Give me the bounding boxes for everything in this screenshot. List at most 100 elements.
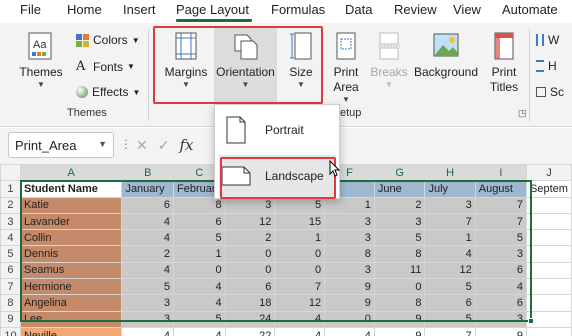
margins-button[interactable]: Margins ▼ xyxy=(160,31,212,89)
header-cell[interactable]: June xyxy=(373,180,426,198)
data-cell[interactable]: 4 xyxy=(121,326,175,336)
menu-insert[interactable]: Insert xyxy=(123,2,156,17)
data-cell[interactable]: 1 xyxy=(424,229,476,247)
student-name-cell[interactable]: Angelina xyxy=(19,294,123,312)
data-cell[interactable]: 4 xyxy=(173,278,226,296)
data-cell[interactable]: 8 xyxy=(173,196,226,214)
data-cell[interactable]: 8 xyxy=(324,245,375,263)
data-cell[interactable]: 1 xyxy=(324,196,375,214)
empty-cell[interactable] xyxy=(526,196,572,214)
data-cell[interactable]: 3 xyxy=(373,212,426,231)
data-cell[interactable]: 9 xyxy=(474,326,528,336)
data-cell[interactable]: 2 xyxy=(373,196,426,214)
empty-cell[interactable] xyxy=(526,229,572,247)
data-cell[interactable]: 6 xyxy=(224,278,276,296)
data-cell[interactable]: 7 xyxy=(474,196,528,214)
print-titles-button[interactable]: Print Titles xyxy=(483,31,525,95)
data-cell[interactable]: 0 xyxy=(324,310,375,328)
row-header[interactable]: 10 xyxy=(0,326,21,336)
data-cell[interactable]: 5 xyxy=(373,229,426,247)
student-name-cell[interactable]: Hermione xyxy=(19,278,123,296)
data-cell[interactable]: 3 xyxy=(424,196,476,214)
row-header[interactable]: 1 xyxy=(0,180,21,198)
student-name-cell[interactable]: Neville xyxy=(19,326,123,336)
menu-formulas[interactable]: Formulas xyxy=(271,2,325,17)
data-cell[interactable]: 4 xyxy=(121,212,175,231)
header-cell[interactable]: Septem xyxy=(526,180,572,198)
orientation-button[interactable]: Orientation ▼ xyxy=(214,31,277,89)
row-header[interactable]: 7 xyxy=(0,278,21,296)
data-cell[interactable]: 3 xyxy=(474,310,528,328)
student-name-cell[interactable]: Katie xyxy=(19,196,123,214)
data-cell[interactable]: 4 xyxy=(324,326,375,336)
data-cell[interactable]: 4 xyxy=(121,261,175,280)
data-cell[interactable]: 0 xyxy=(173,261,226,280)
column-header[interactable]: A xyxy=(19,163,123,182)
fonts-button[interactable]: A Fonts ▼ xyxy=(76,59,135,74)
data-cell[interactable]: 5 xyxy=(474,229,528,247)
column-header[interactable]: B xyxy=(121,163,175,182)
data-cell[interactable]: 8 xyxy=(373,294,426,312)
select-all-corner[interactable] xyxy=(0,163,21,182)
data-cell[interactable]: 0 xyxy=(224,245,276,263)
data-cell[interactable]: 24 xyxy=(224,310,276,328)
menu-view[interactable]: View xyxy=(453,2,481,17)
landscape-option[interactable]: Landscape xyxy=(219,155,336,197)
data-cell[interactable]: 6 xyxy=(474,294,528,312)
data-cell[interactable]: 4 xyxy=(173,294,226,312)
row-header[interactable]: 6 xyxy=(0,261,21,280)
data-cell[interactable]: 18 xyxy=(224,294,276,312)
student-name-cell[interactable]: Lavander xyxy=(19,212,123,231)
column-header[interactable]: H xyxy=(424,163,476,182)
data-cell[interactable]: 3 xyxy=(324,261,375,280)
row-header[interactable]: 5 xyxy=(0,245,21,263)
data-cell[interactable]: 6 xyxy=(474,261,528,280)
header-cell[interactable]: July xyxy=(424,180,476,198)
row-header[interactable]: 4 xyxy=(0,229,21,247)
data-cell[interactable]: 12 xyxy=(274,294,326,312)
data-cell[interactable]: 11 xyxy=(373,261,426,280)
name-box[interactable]: Print_Area ▼ xyxy=(8,132,114,158)
row-header[interactable]: 2 xyxy=(0,196,21,214)
empty-cell[interactable] xyxy=(526,212,572,231)
data-cell[interactable]: 15 xyxy=(274,212,326,231)
data-cell[interactable]: 5 xyxy=(173,229,226,247)
data-cell[interactable]: 3 xyxy=(324,212,375,231)
data-cell[interactable]: 9 xyxy=(324,278,375,296)
data-cell[interactable]: 1 xyxy=(274,229,326,247)
empty-cell[interactable] xyxy=(526,294,572,312)
data-cell[interactable]: 7 xyxy=(474,212,528,231)
print-area-button[interactable]: Print Area ▼ xyxy=(326,31,366,104)
empty-cell[interactable] xyxy=(526,278,572,296)
data-cell[interactable]: 4 xyxy=(424,245,476,263)
size-button[interactable]: Size ▼ xyxy=(280,31,322,89)
themes-button[interactable]: Aa Themes ▼ xyxy=(18,31,64,89)
data-cell[interactable]: 4 xyxy=(173,326,226,336)
data-cell[interactable]: 9 xyxy=(373,326,426,336)
column-header[interactable]: I xyxy=(474,163,528,182)
row-header[interactable]: 9 xyxy=(0,310,21,328)
data-cell[interactable]: 3 xyxy=(121,310,175,328)
data-cell[interactable]: 12 xyxy=(424,261,476,280)
data-cell[interactable]: 8 xyxy=(373,245,426,263)
data-cell[interactable]: 0 xyxy=(224,261,276,280)
data-cell[interactable]: 5 xyxy=(121,278,175,296)
effects-button[interactable]: Effects ▼ xyxy=(76,85,140,99)
data-cell[interactable]: 4 xyxy=(274,326,326,336)
data-cell[interactable]: 0 xyxy=(373,278,426,296)
column-header[interactable]: G xyxy=(373,163,426,182)
cancel-icon[interactable]: ✕ xyxy=(136,137,148,154)
header-cell[interactable]: January xyxy=(121,180,175,198)
data-cell[interactable]: 2 xyxy=(121,245,175,263)
student-name-cell[interactable]: Collin xyxy=(19,229,123,247)
data-cell[interactable]: 22 xyxy=(224,326,276,336)
data-cell[interactable]: 6 xyxy=(173,212,226,231)
background-button[interactable]: Background xyxy=(412,31,480,80)
data-cell[interactable]: 3 xyxy=(121,294,175,312)
row-header[interactable]: 3 xyxy=(0,212,21,231)
data-cell[interactable]: 3 xyxy=(324,229,375,247)
data-cell[interactable]: 12 xyxy=(224,212,276,231)
data-cell[interactable]: 5 xyxy=(424,310,476,328)
data-cell[interactable]: 7 xyxy=(274,278,326,296)
student-name-cell[interactable]: Lee xyxy=(19,310,123,328)
